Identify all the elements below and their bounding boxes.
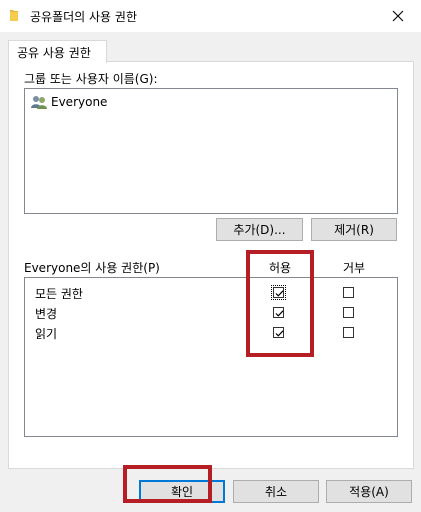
users-icon [31,96,47,109]
deny-header: 거부 [343,261,366,275]
add-button[interactable]: 추가(D)... [216,218,303,241]
permissions-list: 모든 권한 변경 읽기 [24,277,398,437]
allow-checkbox[interactable] [271,285,286,300]
deny-checkbox[interactable] [343,287,354,298]
permission-row: 읽기 [25,323,397,343]
title-bar: 공유폴더의 사용 권한 [0,0,421,32]
groups-label: 그룹 또는 사용자 이름(G): [24,72,158,86]
deny-checkbox[interactable] [343,307,354,318]
list-item-label: Everyone [51,95,108,109]
allow-header: 허용 [269,261,292,275]
checkmark-icon [275,310,284,317]
checkmark-icon [275,330,284,337]
folder-icon [10,10,18,21]
allow-checkbox[interactable] [273,307,284,318]
permission-row: 변경 [25,303,397,323]
close-icon [392,10,404,22]
allow-checkbox[interactable] [273,327,284,338]
tab-label: 공유 사용 권한 [17,46,91,60]
permission-name: 읽기 [35,327,58,341]
ok-button[interactable]: 확인 [139,480,225,503]
permission-row: 모든 권한 [25,283,397,303]
deny-checkbox[interactable] [343,327,354,338]
permission-name: 변경 [35,307,58,321]
groups-list[interactable]: Everyone [24,88,398,214]
window-title: 공유폴더의 사용 권한 [30,10,137,24]
remove-button[interactable]: 제거(R) [311,218,397,241]
apply-button[interactable]: 적용(A) [326,480,412,503]
cancel-button[interactable]: 취소 [233,480,319,503]
permissions-label: Everyone의 사용 권한(P) [24,261,160,275]
checkmark-icon [275,290,284,297]
list-item[interactable]: Everyone [31,93,107,111]
permission-name: 모든 권한 [35,287,83,301]
close-button[interactable] [375,0,421,32]
dialog-window: 공유폴더의 사용 권한 공유 사용 권한 그룹 또는 사용자 이름(G): Ev… [0,0,421,512]
tab-share-permissions[interactable]: 공유 사용 권한 [8,40,107,63]
